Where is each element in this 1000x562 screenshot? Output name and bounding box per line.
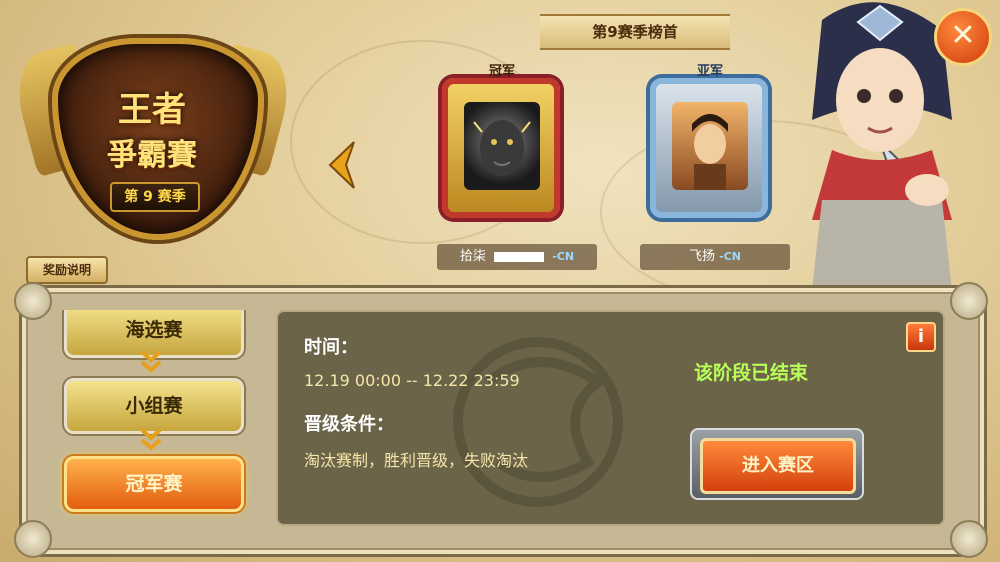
- emblem-title-line2: 爭霸賽: [107, 138, 197, 173]
- champion-server: -CN: [552, 250, 575, 263]
- champion-namebar: 拾柒 -CN: [437, 244, 597, 270]
- close-button[interactable]: ✕: [934, 8, 992, 66]
- emblem-title-line1: 王者: [118, 90, 186, 130]
- reward-info-button[interactable]: 奖励说明: [26, 256, 108, 284]
- runner-up-name: 飞扬: [688, 249, 715, 264]
- emblem-season-label: 第 9 赛季: [110, 182, 200, 212]
- tournament-emblem: 王者 爭霸賽 第 9 赛季: [7, 10, 299, 240]
- info-icon[interactable]: i: [906, 322, 936, 352]
- promotion-condition-value: 淘汰赛制，胜利晋级，失败淘汰: [304, 451, 529, 470]
- runner-up-namebar: 飞扬 -CN: [640, 244, 790, 270]
- warrior-avatar-icon: [692, 114, 728, 190]
- chevron-down-icon: [140, 350, 162, 373]
- champion-rank-label: 冠军: [488, 64, 515, 79]
- runner-up-server: -CN: [719, 250, 741, 263]
- runner-up-avatar: [672, 102, 748, 190]
- champion-avatar: [464, 102, 540, 190]
- enter-button-label: 进入赛区: [700, 438, 856, 494]
- prev-arrow-button[interactable]: [324, 140, 358, 190]
- lion-avatar-icon: [473, 120, 531, 176]
- stage-item-final[interactable]: 冠军赛: [64, 456, 244, 512]
- redacted-name-block: [494, 251, 545, 262]
- time-label: 时间：: [304, 337, 358, 358]
- promotion-condition-label: 晋级条件：: [304, 414, 394, 435]
- champion-name: 拾柒: [459, 249, 486, 264]
- champion-frame[interactable]: 冠军: [432, 60, 572, 230]
- chevron-left-icon: [328, 141, 355, 189]
- chevron-down-icon: [140, 428, 162, 451]
- runner-up-rank-label: 亚军: [696, 64, 723, 79]
- stage-list: 海选赛 小组赛 冠军赛: [40, 310, 260, 530]
- enter-zone-button[interactable]: 进入赛区: [690, 428, 864, 500]
- panel-corner-ornament: [950, 282, 988, 320]
- runner-up-frame[interactable]: 亚军: [640, 60, 780, 230]
- close-icon: ✕: [950, 18, 976, 53]
- dragon-watermark-icon: [453, 337, 623, 507]
- panel-corner-ornament: [950, 520, 988, 558]
- season-top-banner: 第9赛季榜首: [540, 14, 730, 50]
- stage-status-text: 该阶段已结束: [694, 362, 809, 384]
- time-value: 12.19 00:00 -- 12.22 23:59: [304, 371, 520, 390]
